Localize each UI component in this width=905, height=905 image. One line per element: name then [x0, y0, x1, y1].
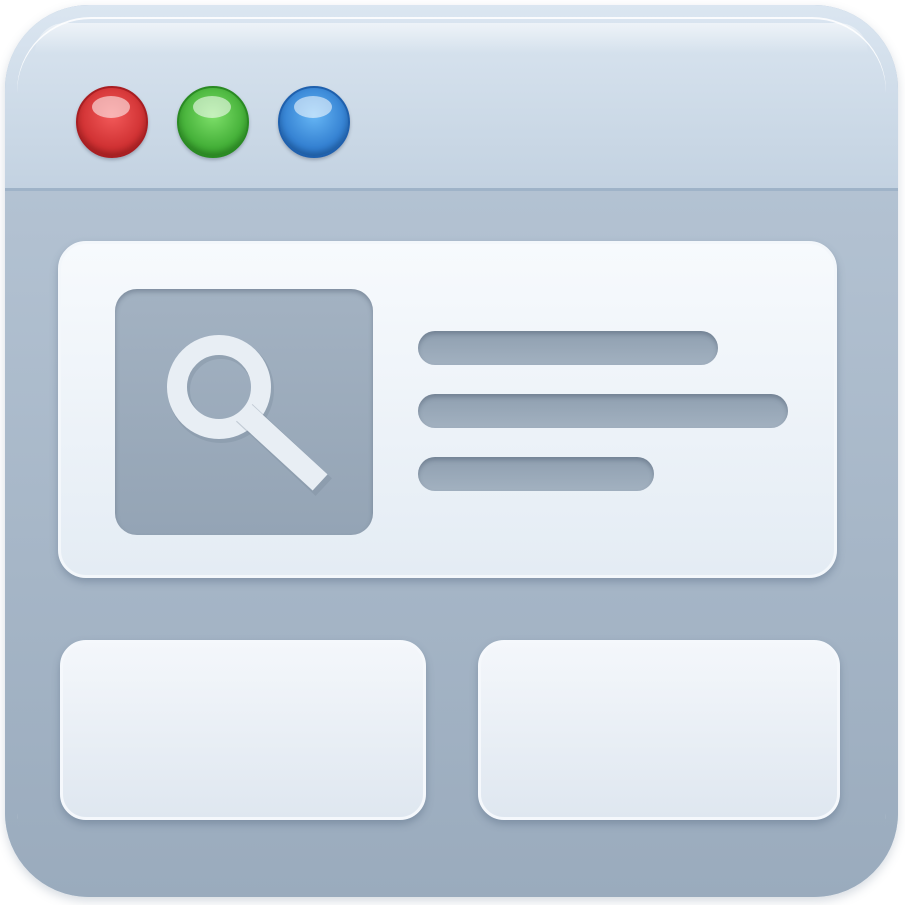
bottom-right-panel[interactable] [478, 640, 840, 820]
bottom-left-panel[interactable] [60, 640, 426, 820]
title-bar [5, 5, 898, 191]
app-window-illustration [0, 0, 905, 905]
close-button[interactable] [76, 86, 148, 158]
card-thumbnail [115, 289, 373, 535]
text-placeholder-line [418, 331, 718, 365]
minimize-button[interactable] [177, 86, 249, 158]
text-placeholder-line [418, 394, 788, 428]
text-placeholder-line [418, 457, 654, 491]
title-bar-highlight [35, 23, 868, 53]
search-icon [167, 335, 332, 496]
maximize-button[interactable] [278, 86, 350, 158]
